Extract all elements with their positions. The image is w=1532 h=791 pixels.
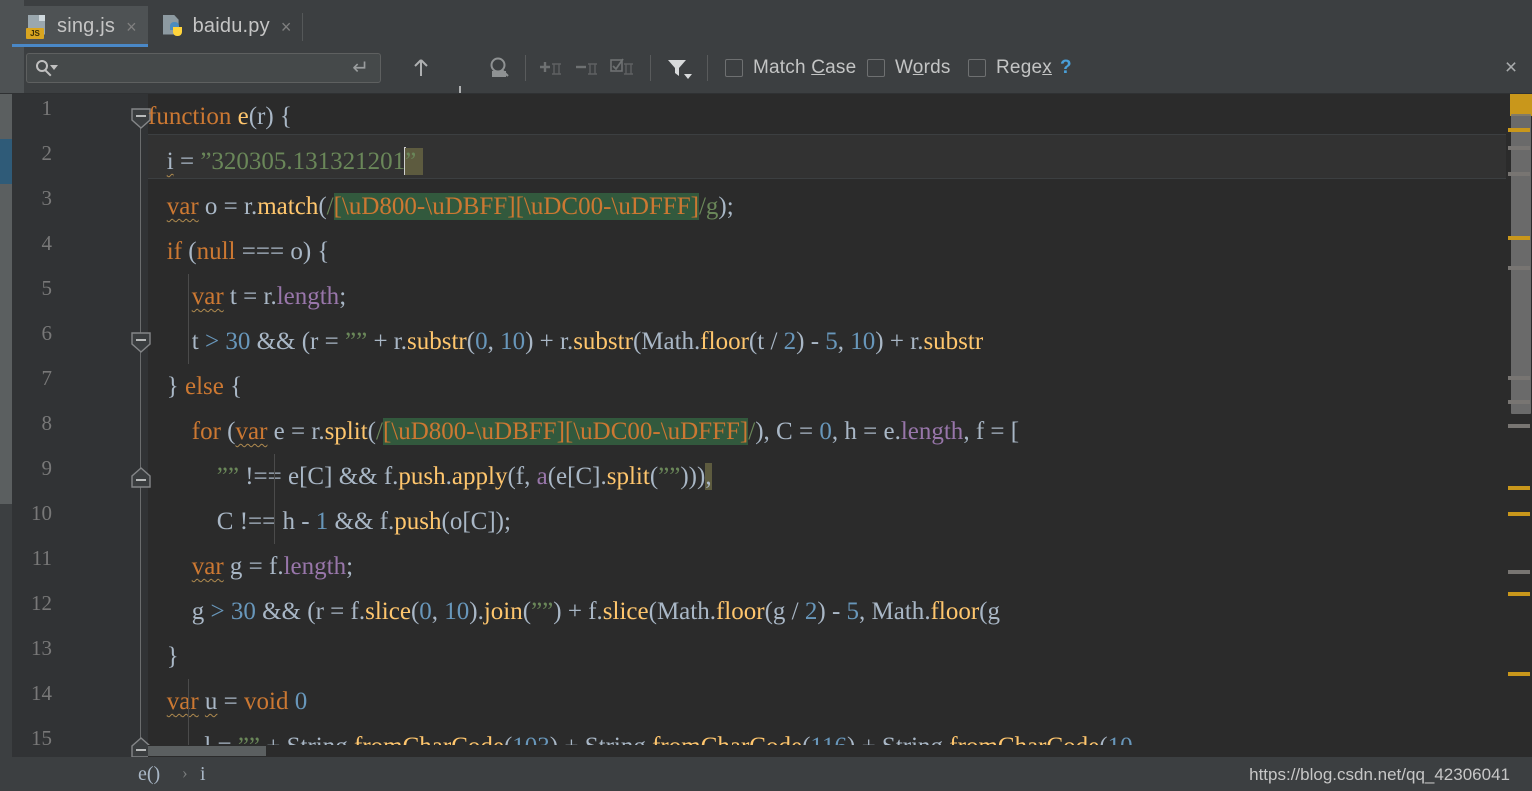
line-number: 10 [31,501,52,525]
line-number: 6 [41,321,53,345]
horizontal-scrollbar-thumb[interactable] [148,746,266,756]
javascript-file-icon: JS [26,14,48,39]
marker-stripe[interactable] [1508,400,1530,404]
marker-stripe[interactable] [1508,486,1530,490]
code-line-11: var g = f.length; [191,553,354,580]
line-number: 8 [41,411,53,435]
python-file-icon [162,14,184,39]
code-line-5: var t = r.length; [191,283,347,310]
error-stripe-top-block[interactable] [1510,94,1532,116]
tab-separator [302,13,304,41]
tab-label-baidu-py: baidu.py [192,15,270,37]
line-number: 1 [41,96,53,120]
regex-label: Regex [996,57,1052,78]
breadcrumb-item-variable[interactable]: i [200,763,206,786]
code-editor[interactable]: 1 2 3 4 5 6 7 8 9 10 11 12 13 14 15 func… [0,94,1532,757]
line-number: 14 [31,681,52,705]
line-number: 5 [41,276,53,300]
marker-stripe[interactable] [1508,146,1530,150]
line-number: 2 [41,141,53,165]
regex-checkbox[interactable] [968,59,986,77]
marker-stripe[interactable] [1508,172,1530,176]
marker-stripe[interactable] [1508,236,1530,240]
find-previous-button[interactable] [408,55,434,81]
words-checkbox[interactable] [867,59,885,77]
marker-stripe[interactable] [1508,424,1530,428]
marker-stripe[interactable] [1508,376,1530,380]
indent-guide-3 [188,274,189,364]
search-icon[interactable] [36,59,58,77]
marker-stripe[interactable] [1508,570,1530,574]
marker-stripe[interactable] [1508,672,1530,676]
vertical-scrollbar-thumb[interactable] [1511,114,1531,414]
marker-stripe[interactable] [1508,266,1530,270]
remove-occurrence-icon[interactable] [572,55,598,81]
select-occurrences-icon[interactable] [486,55,512,81]
code-line-12: g > 30 && (r = f.slice(0, 10).join(””) +… [191,598,1000,625]
line-number: 9 [41,456,53,480]
marker-stripe[interactable] [1508,128,1530,132]
toolbar-divider-2 [650,55,651,81]
watermark-url: https://blog.csdn.net/qq_42306041 [1249,765,1510,784]
marker-stripe[interactable] [1508,512,1530,516]
breadcrumb-bar: e() › i https://blog.csdn.net/qq_4230604… [0,757,1532,791]
select-all-occurrences-icon[interactable] [608,55,634,81]
code-line-14: var u = void 0 [166,688,308,715]
code-line-2: i = ”320305.131321201” [148,139,423,184]
line-number: 11 [31,546,52,570]
code-line-8: for (var e = r.split(/[\uD800-\uDBFF][\u… [191,418,1020,445]
tab-baidu-py[interactable]: baidu.py × [147,6,304,47]
tab-strip: JS sing.js × baidu.py × [12,6,304,47]
js-badge-label: JS [26,27,44,39]
words-option[interactable]: Words [867,57,951,79]
line-number: 7 [41,366,53,390]
breadcrumb-separator: › [182,763,188,782]
fold-region-line-outer [140,114,141,754]
code-line-9: ”” !== e[C] && f.push.apply(f, a(e[C].sp… [216,463,712,490]
indent-guide-1 [274,454,275,544]
enter-arrow-icon: ↵ [352,57,369,79]
match-case-option[interactable]: Match Case [725,57,856,79]
help-link[interactable]: ? [1060,57,1072,79]
code-line-3: var o = r.match(/[\uD800-\uDBFF][\uDC00-… [166,193,734,220]
toolbar-divider-1 [525,55,526,81]
code-line-13: } [148,643,179,670]
line-number: 12 [31,591,52,615]
code-line-10: C !== h - 1 && f.push(o[C]); [216,508,511,535]
editor-tab-bar: JS sing.js × baidu.py × [0,0,1532,47]
breadcrumb-item-function[interactable]: e() [138,763,160,786]
regex-option[interactable]: Regex [968,57,1052,79]
tab-sing-js[interactable]: JS sing.js × [12,6,149,47]
code-line-4: if (null === o) { [166,238,330,265]
horizontal-scrollbar[interactable] [148,745,1508,757]
line-number: 15 [31,726,52,750]
toolbar-divider-3 [707,55,708,81]
filter-icon[interactable] [664,55,694,81]
search-input[interactable]: ↵ [26,53,381,83]
code-line-7: } else { [148,373,243,400]
code-line-6: t > 30 && (r = ”” + r.substr(0, 10) + r.… [191,328,984,355]
line-number-gutter[interactable]: 1 2 3 4 5 6 7 8 9 10 11 12 13 14 15 [12,94,151,757]
line-number: 4 [41,231,53,255]
right-marker-gutter[interactable] [1506,94,1532,757]
add-occurrence-icon[interactable] [536,55,562,81]
close-find-icon[interactable]: × [1500,57,1522,79]
code-text-area[interactable]: function e(r) { i = ”320305.131321201” v… [148,94,1532,757]
indent-guide-2 [188,679,189,754]
ide-window: JS sing.js × baidu.py × ↵ Match Case Wor… [0,0,1532,791]
code-line-1: function e(r) { [148,103,292,130]
find-toolbar-left-strip [0,47,24,94]
tab-close-icon-baidu-py[interactable]: × [281,18,292,36]
match-case-checkbox[interactable] [725,59,743,77]
tab-label-sing-js: sing.js [57,15,116,37]
words-label: Words [895,57,951,78]
match-case-label: Match Case [753,57,857,78]
current-line-border-top [148,134,1532,135]
line-number: 3 [41,186,53,210]
line-number: 13 [31,636,52,660]
marker-stripe[interactable] [1508,592,1530,596]
tab-close-icon-sing-js[interactable]: × [126,18,137,36]
